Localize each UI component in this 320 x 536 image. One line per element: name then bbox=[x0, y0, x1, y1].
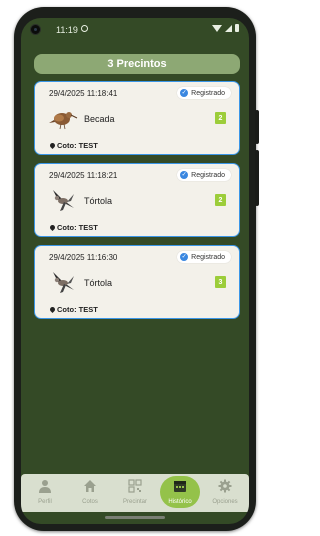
status-badge: ✓ Registrado bbox=[177, 251, 231, 263]
turtle-dove-icon bbox=[53, 272, 74, 293]
front-camera bbox=[30, 24, 41, 35]
record-datetime: 29/4/2025 11:18:41 bbox=[49, 89, 118, 98]
signal-icon bbox=[225, 24, 232, 32]
nav-label: Precintar bbox=[122, 499, 147, 505]
nav-item-historico[interactable]: Histórico bbox=[158, 474, 202, 512]
count-badge: 3 bbox=[215, 276, 226, 288]
coto-label: Coto: TEST bbox=[57, 305, 98, 314]
page-title: 3 Precintos bbox=[34, 54, 240, 74]
woodcock-icon bbox=[49, 112, 78, 130]
location-pin-icon bbox=[48, 141, 57, 150]
gear-icon bbox=[218, 479, 232, 493]
species-name: Becada bbox=[84, 114, 115, 124]
nav-item-precintar[interactable]: Precintar bbox=[113, 474, 157, 512]
species-name: Tórtola bbox=[84, 196, 113, 206]
nav-item-perfil[interactable]: Perfil bbox=[23, 474, 67, 512]
status-bar: 11:19 bbox=[21, 18, 249, 42]
turtle-dove-icon bbox=[53, 190, 74, 211]
system-icons bbox=[212, 24, 239, 32]
species-name: Tórtola bbox=[84, 278, 113, 288]
check-icon: ✓ bbox=[180, 253, 189, 261]
wifi-icon bbox=[212, 24, 222, 32]
qr-code-icon bbox=[128, 479, 142, 493]
status-label: Registrado bbox=[191, 89, 225, 97]
battery-icon bbox=[235, 24, 239, 32]
coto-label: Coto: TEST bbox=[57, 223, 98, 232]
person-icon bbox=[39, 480, 51, 493]
sync-status-icon bbox=[81, 25, 88, 32]
volume-button bbox=[255, 150, 259, 206]
check-icon: ✓ bbox=[180, 171, 189, 179]
status-badge: ✓ Registrado bbox=[177, 169, 231, 181]
record-card[interactable]: 29/4/2025 11:18:41 ✓ Registrado Becada 2… bbox=[34, 81, 240, 155]
check-icon: ✓ bbox=[180, 89, 189, 97]
home-indicator[interactable] bbox=[105, 516, 165, 519]
nav-label: Opciones bbox=[212, 499, 238, 505]
nav-label: Perfil bbox=[38, 499, 52, 505]
coto-info: Coto: TEST bbox=[48, 141, 98, 150]
record-card[interactable]: 29/4/2025 11:16:30 ✓ Registrado Tórtola … bbox=[34, 245, 240, 319]
coto-info: Coto: TEST bbox=[48, 223, 98, 232]
coto-info: Coto: TEST bbox=[48, 305, 98, 314]
power-button bbox=[255, 110, 259, 144]
status-label: Registrado bbox=[191, 171, 225, 179]
record-datetime: 29/4/2025 11:18:21 bbox=[49, 171, 118, 180]
status-label: Registrado bbox=[191, 253, 225, 261]
app-screen: 11:19 3 Precintos 29/4/2025 11:18:41 ✓ R… bbox=[21, 18, 249, 524]
nav-label: Cotos bbox=[82, 499, 98, 505]
calendar-icon bbox=[174, 481, 186, 492]
nav-item-opciones[interactable]: Opciones bbox=[203, 474, 247, 512]
status-time: 11:19 bbox=[56, 25, 78, 35]
bottom-navigation: Perfil Cotos Precintar Histórico Opcione… bbox=[21, 474, 249, 512]
count-badge: 2 bbox=[215, 112, 226, 124]
home-icon bbox=[84, 480, 96, 492]
record-card[interactable]: 29/4/2025 11:18:21 ✓ Registrado Tórtola … bbox=[34, 163, 240, 237]
coto-label: Coto: TEST bbox=[57, 141, 98, 150]
location-pin-icon bbox=[48, 305, 57, 314]
nav-label: Histórico bbox=[168, 499, 192, 505]
nav-item-cotos[interactable]: Cotos bbox=[68, 474, 112, 512]
location-pin-icon bbox=[48, 223, 57, 232]
status-badge: ✓ Registrado bbox=[177, 87, 231, 99]
count-badge: 2 bbox=[215, 194, 226, 206]
record-datetime: 29/4/2025 11:16:30 bbox=[49, 253, 118, 262]
